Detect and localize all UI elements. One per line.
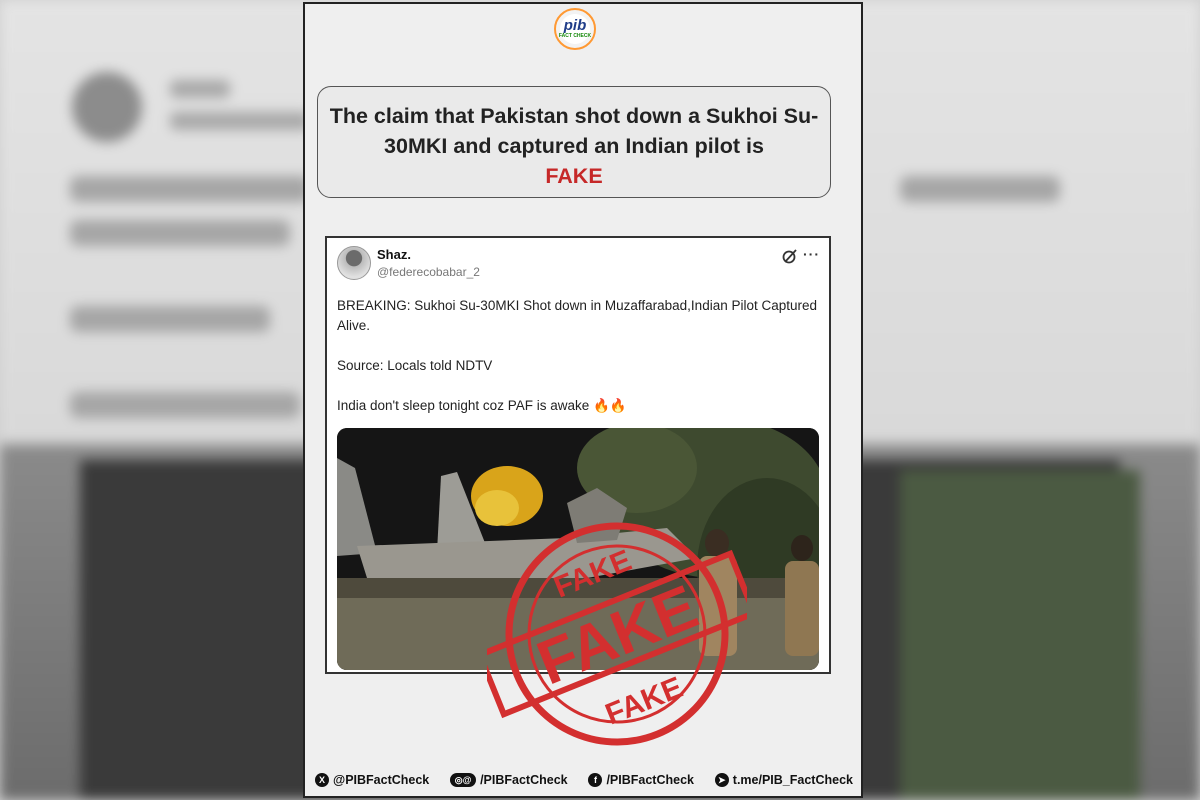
claim-text: The claim that Pakistan shot down a Sukh… <box>329 104 819 158</box>
background-avatar <box>72 72 142 142</box>
background-text <box>900 176 1060 202</box>
tweet-body: BREAKING: Sukhoi Su-30MKI Shot down in M… <box>337 296 817 436</box>
stamp-bottom-text: FAKE <box>601 671 688 732</box>
claim-verdict: FAKE <box>545 164 603 188</box>
fact-check-poster: pib FACT CHECK The claim that Pakistan s… <box>303 2 863 798</box>
user-handle[interactable]: @federecobabar_2 <box>377 265 480 279</box>
background-text <box>70 392 300 418</box>
tweet-screenshot: Shaz. @federecobabar_2 ··· BREAKING: Suk… <box>325 236 831 674</box>
pib-fact-check-logo: pib FACT CHECK <box>554 8 596 50</box>
tweet-photo[interactable] <box>337 428 819 670</box>
footer-telegram[interactable]: ➤ t.me/PIB_FactCheck <box>714 773 853 787</box>
logo-text: pib <box>563 17 587 34</box>
crash-photo <box>337 428 819 670</box>
tweet-line-india: India don't sleep tonight coz PAF is awa… <box>337 396 817 416</box>
claim-box: The claim that Pakistan shot down a Sukh… <box>317 86 831 198</box>
avatar[interactable] <box>337 246 371 280</box>
footer-facebook-label: /PIBFactCheck <box>606 773 694 787</box>
footer-facebook[interactable]: f /PIBFactCheck <box>588 773 694 787</box>
background-line <box>170 112 310 130</box>
background-line <box>170 80 230 98</box>
social-footer: X @PIBFactCheck ◎@ /PIBFactCheck f /PIBF… <box>315 768 853 792</box>
footer-x-label: @PIBFactCheck <box>333 773 430 787</box>
footer-x[interactable]: X @PIBFactCheck <box>315 773 429 787</box>
logo-subtext: FACT CHECK <box>558 33 592 39</box>
background-text <box>70 176 310 202</box>
background-text <box>70 306 270 332</box>
tweet-line-source: Source: Locals told NDTV <box>337 358 493 373</box>
background-text <box>70 220 290 246</box>
footer-telegram-label: t.me/PIB_FactCheck <box>732 773 853 787</box>
more-icon[interactable]: ··· <box>803 246 820 262</box>
telegram-icon: ➤ <box>714 773 729 787</box>
x-icon: X <box>315 773 329 787</box>
footer-instagram-label: /PIBFactCheck <box>480 773 568 787</box>
footer-instagram[interactable]: ◎@ /PIBFactCheck <box>450 773 568 787</box>
tweet-line-india-text: India don't sleep tonight coz PAF is awa… <box>337 398 590 413</box>
instagram-threads-icon: ◎@ <box>450 773 477 787</box>
grok-icon[interactable] <box>781 247 799 265</box>
tweet-line-breaking: BREAKING: Sukhoi Su-30MKI Shot down in M… <box>337 298 818 333</box>
background-photo-right <box>900 470 1140 800</box>
facebook-icon: f <box>588 773 603 787</box>
fire-emoji: 🔥🔥 <box>593 398 627 413</box>
user-name[interactable]: Shaz. <box>377 247 411 262</box>
